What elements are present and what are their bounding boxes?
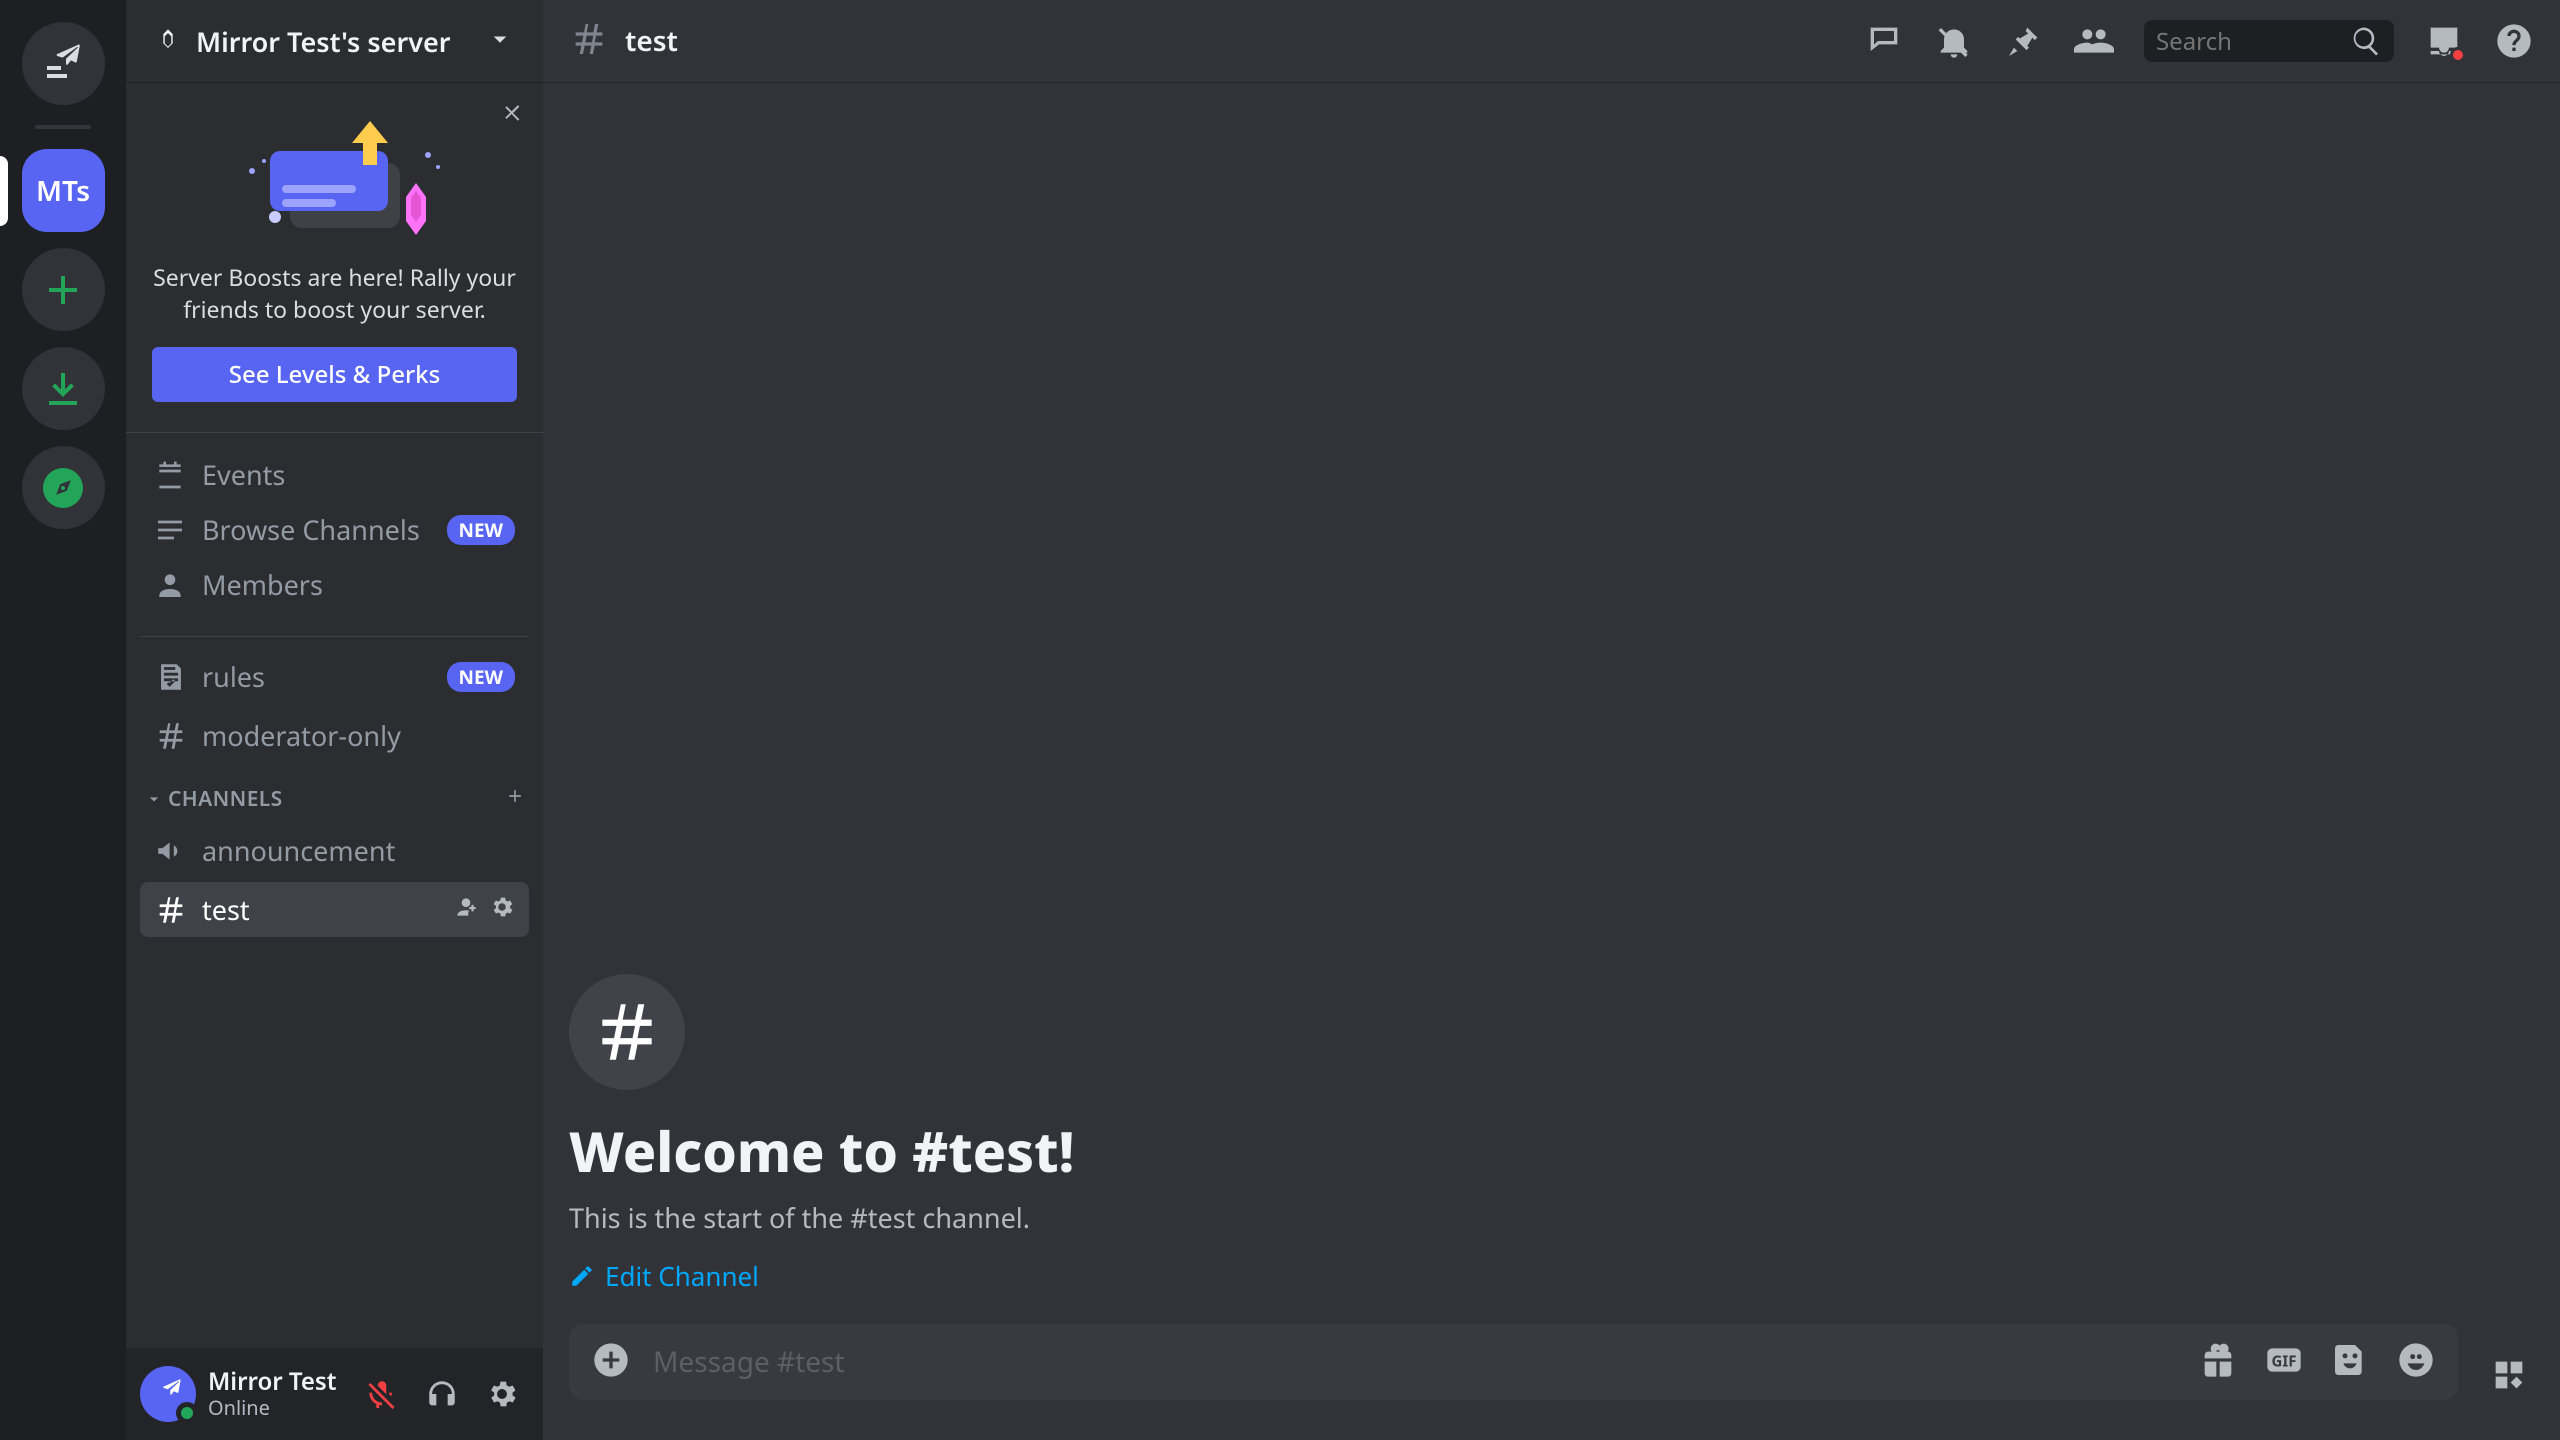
- user-meta[interactable]: Mirror Test Online: [208, 1368, 337, 1421]
- edit-channel-link[interactable]: Edit Channel: [569, 1258, 2534, 1294]
- server-mirror-test[interactable]: MTs: [22, 149, 105, 232]
- sidebar-browse-channels[interactable]: Browse Channels NEW: [140, 502, 529, 557]
- notifications-button[interactable]: [1934, 21, 1974, 61]
- boost-promo-card: Server Boosts are here! Rally your frien…: [126, 83, 543, 433]
- selected-pill: [0, 156, 8, 226]
- sticker-button[interactable]: [2330, 1340, 2370, 1385]
- user-avatar[interactable]: [140, 1366, 196, 1422]
- chevron-down-icon: [144, 789, 164, 809]
- boost-gem-icon: [154, 27, 182, 55]
- welcome-title: Welcome to #test!: [569, 1114, 2534, 1189]
- boost-text: Server Boosts are here! Rally your frien…: [152, 261, 517, 325]
- create-channel-button[interactable]: [505, 785, 525, 813]
- user-name: Mirror Test: [208, 1368, 337, 1397]
- boost-cta-button[interactable]: See Levels & Perks: [152, 347, 517, 402]
- server-name-label: Mirror Test's server: [196, 23, 450, 60]
- add-server-button[interactable]: [22, 248, 105, 331]
- new-badge: NEW: [447, 662, 515, 692]
- channel-rules-label: rules: [202, 658, 265, 695]
- mute-mic-button[interactable]: [355, 1367, 409, 1421]
- channel-moderator-only[interactable]: moderator-only: [140, 708, 529, 763]
- sidebar-events[interactable]: Events: [140, 447, 529, 502]
- new-badge: NEW: [447, 515, 515, 545]
- search-input[interactable]: [2156, 25, 2340, 58]
- welcome-subtitle: This is the start of the #test channel.: [569, 1199, 2534, 1236]
- dm-home-button[interactable]: [22, 22, 105, 105]
- rail-separator: [35, 125, 91, 129]
- sidebar-divider: [140, 636, 529, 637]
- chevron-down-icon: [485, 24, 515, 59]
- welcome-hash-icon: [569, 974, 685, 1090]
- svg-text:GIF: GIF: [2272, 1351, 2297, 1371]
- emoji-button[interactable]: [2396, 1340, 2436, 1385]
- channel-test[interactable]: test: [140, 882, 529, 937]
- attach-button[interactable]: [591, 1340, 631, 1385]
- user-panel: Mirror Test Online: [126, 1348, 543, 1440]
- pencil-icon: [569, 1263, 595, 1289]
- inbox-unread-dot: [2450, 47, 2466, 63]
- sidebar-browse-label: Browse Channels: [202, 511, 420, 548]
- hash-icon: [154, 893, 188, 927]
- user-status: Online: [208, 1396, 337, 1420]
- message-composer[interactable]: Message #test GIF: [569, 1324, 2458, 1400]
- category-channels[interactable]: CHANNELS: [126, 765, 543, 821]
- channel-announcement-label: announcement: [202, 832, 395, 869]
- edit-channel-label: Edit Channel: [605, 1258, 759, 1294]
- members-icon: [154, 569, 186, 601]
- category-label: CHANNELS: [168, 785, 283, 813]
- search-box[interactable]: [2144, 20, 2394, 62]
- invite-people-icon[interactable]: [453, 891, 479, 928]
- member-list-button[interactable]: [2074, 21, 2114, 61]
- channel-announcement[interactable]: announcement: [140, 823, 529, 878]
- status-online-dot: [176, 1402, 198, 1424]
- gift-button[interactable]: [2198, 1340, 2238, 1385]
- threads-button[interactable]: [1864, 21, 1904, 61]
- chat-body: Welcome to #test! This is the start of t…: [543, 83, 2560, 1324]
- search-icon: [2350, 21, 2382, 61]
- inbox-button[interactable]: [2424, 21, 2464, 61]
- channel-mod-label: moderator-only: [202, 717, 401, 754]
- main-area: test Welcome to #test! This is the start…: [543, 0, 2560, 1440]
- user-settings-button[interactable]: [475, 1367, 529, 1421]
- apps-button[interactable]: [2484, 1350, 2534, 1400]
- sidebar-members[interactable]: Members: [140, 557, 529, 612]
- help-button[interactable]: [2494, 21, 2534, 61]
- close-boost-card[interactable]: [501, 101, 525, 130]
- channel-test-label: test: [202, 891, 250, 928]
- rules-icon: [154, 660, 188, 694]
- channel-header: test: [543, 0, 2560, 83]
- boost-art: [152, 113, 517, 243]
- hash-icon: [569, 19, 609, 64]
- sidebar-members-label: Members: [202, 566, 323, 603]
- guild-rail: MTs: [0, 0, 126, 1440]
- composer-placeholder: Message #test: [653, 1343, 2176, 1381]
- calendar-icon: [154, 459, 186, 491]
- pinned-messages-button[interactable]: [2004, 21, 2044, 61]
- browse-icon: [154, 514, 186, 546]
- server-header[interactable]: Mirror Test's server: [126, 0, 543, 83]
- explore-servers-button[interactable]: [22, 446, 105, 529]
- channel-settings-icon[interactable]: [489, 891, 515, 928]
- download-apps-button[interactable]: [22, 347, 105, 430]
- deafen-button[interactable]: [415, 1367, 469, 1421]
- megaphone-icon: [154, 834, 188, 868]
- server-initials: MTs: [36, 172, 90, 210]
- channel-title: test: [625, 22, 678, 60]
- gif-button[interactable]: GIF: [2264, 1340, 2304, 1385]
- channel-rules[interactable]: rules NEW: [140, 649, 529, 704]
- sidebar-events-label: Events: [202, 456, 285, 493]
- hash-icon: [154, 719, 188, 753]
- welcome-block: Welcome to #test! This is the start of t…: [569, 974, 2534, 1324]
- channel-sidebar: Mirror Test's server Server Boosts are h…: [126, 0, 543, 1440]
